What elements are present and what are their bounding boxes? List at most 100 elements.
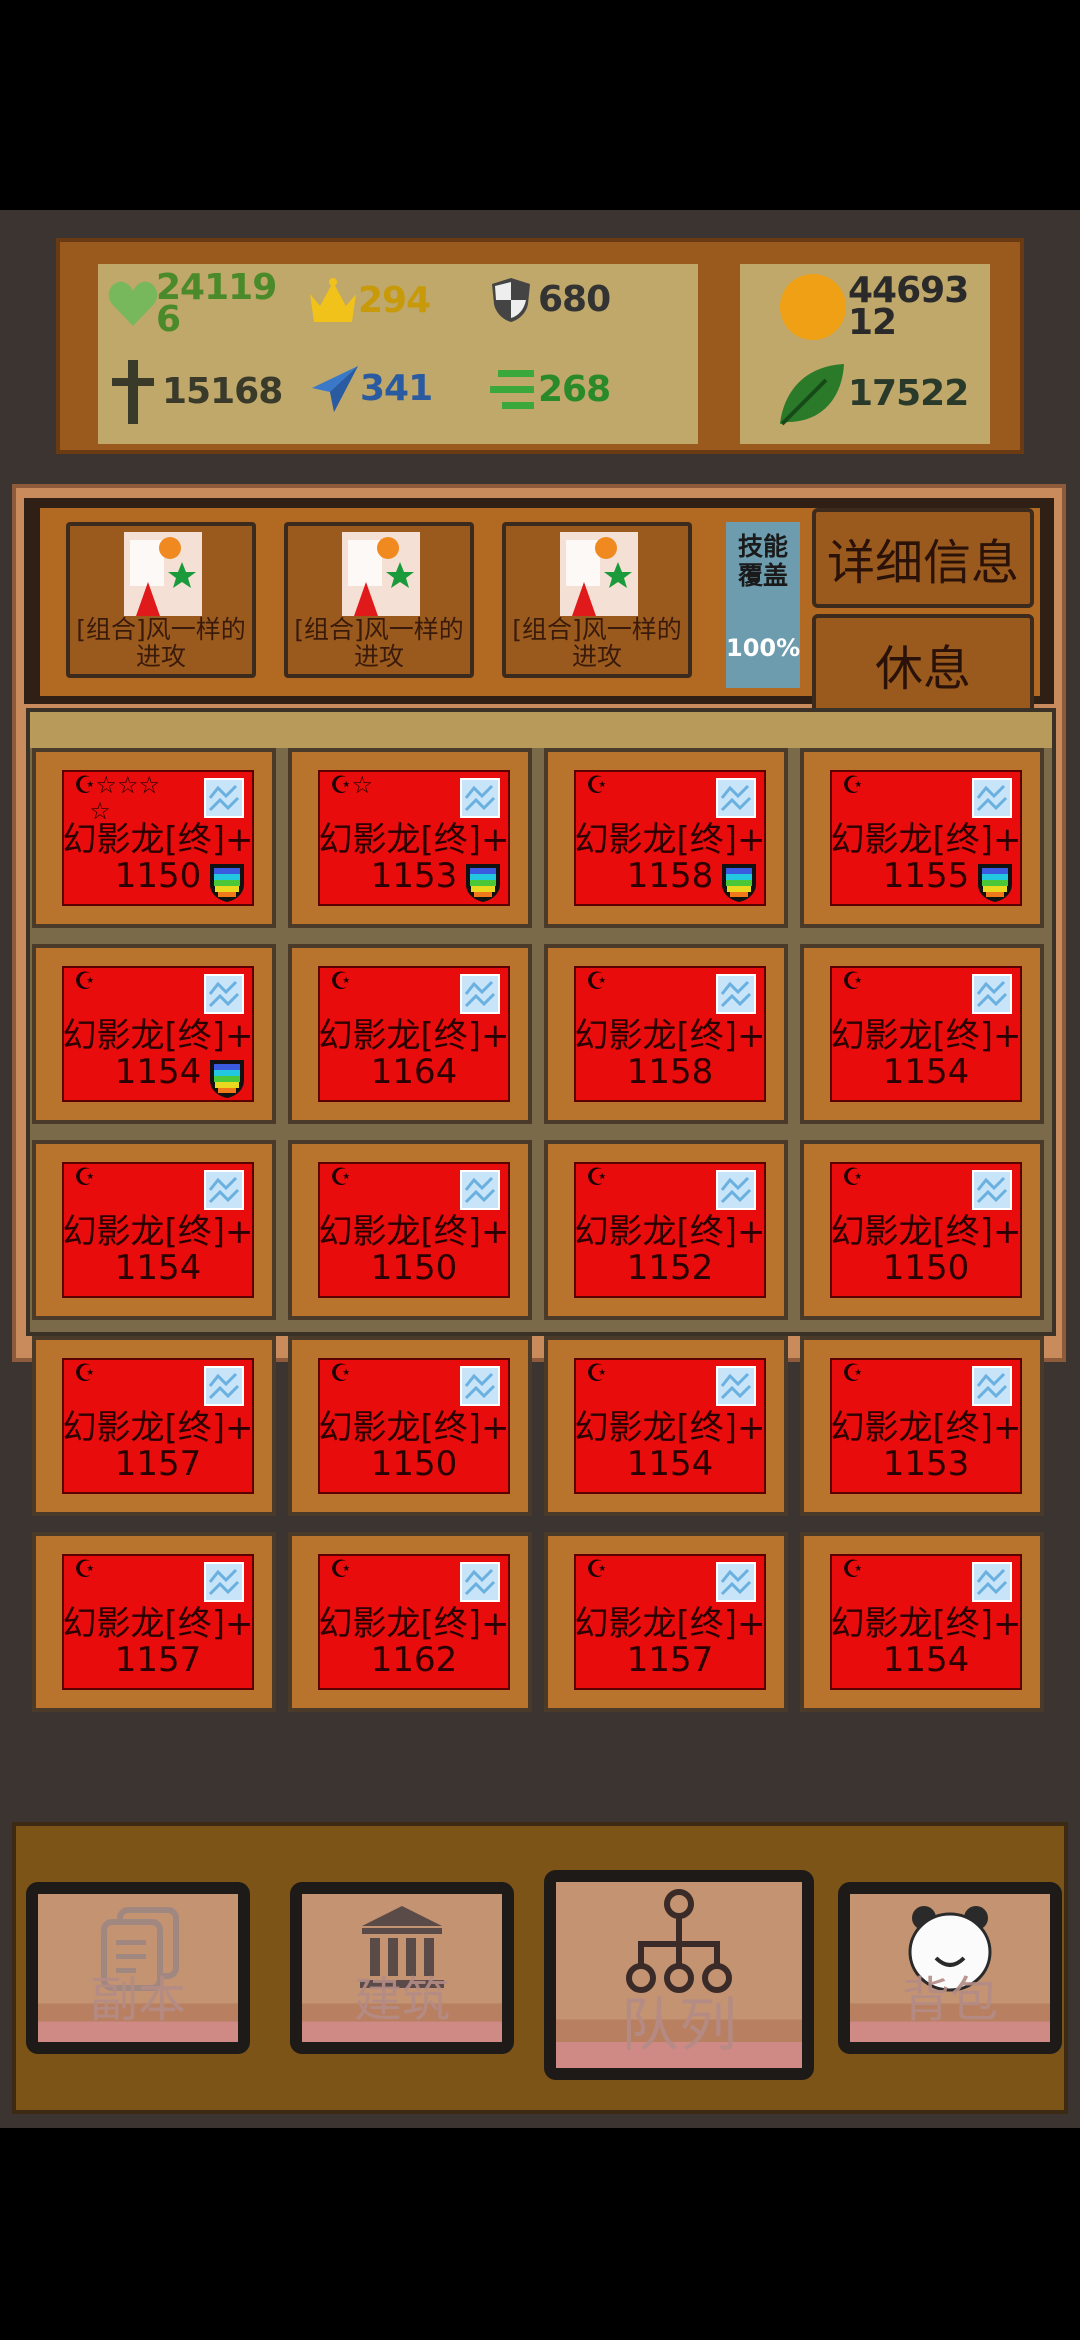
stats-resources: 44693 12 17522 — [740, 264, 990, 444]
unit-card: ☪ 幻影龙[终]+ 1157 — [62, 1358, 254, 1494]
unit-card: ☪ 幻影龙[终]+ 1157 — [574, 1554, 766, 1690]
unit-level: 1150 — [882, 1248, 970, 1288]
detail-button[interactable]: 详细信息 — [812, 508, 1034, 608]
ice-element-icon — [204, 974, 244, 1014]
nav-label: 建筑 — [353, 1972, 450, 2028]
unit-slot[interactable]: ☪ 幻影龙[终]+ 1155 — [800, 748, 1044, 928]
unit-card: ☪ 幻影龙[终]+ 1154 — [62, 966, 254, 1102]
unit-level: 1154 — [114, 1248, 202, 1288]
rest-button[interactable]: 休息 — [812, 614, 1034, 714]
unit-slot[interactable]: ☪ 幻影龙[终]+ 1153 — [800, 1336, 1044, 1516]
gold-coin-icon — [780, 274, 846, 340]
unit-slot[interactable]: ☪ 幻影龙[终]+ 1162 — [288, 1532, 532, 1712]
unit-name: 幻影龙[终]+ — [318, 1604, 510, 1644]
stat-defense: 680 — [490, 276, 611, 324]
leaf-icon — [780, 364, 844, 426]
skill-icon — [124, 532, 202, 616]
nav-dungeon-button[interactable]: 副本 — [26, 1882, 250, 2054]
unit-slot[interactable]: ☪ 幻影龙[终]+ 1157 — [32, 1532, 276, 1712]
stat-hp: 24119 6 — [108, 270, 277, 338]
unit-rank-stars: ☪☆ — [330, 771, 374, 799]
unit-level: 1158 — [626, 1052, 714, 1092]
unit-slot[interactable]: ☪ 幻影龙[终]+ 1157 — [544, 1532, 788, 1712]
stat-speed-value: 341 — [360, 368, 433, 409]
unit-rank-stars: ☪ — [842, 1359, 864, 1387]
unit-slot[interactable]: ☪☆ 幻影龙[终]+ 1153 — [288, 748, 532, 928]
unit-rank-stars: ☪ — [330, 1555, 352, 1583]
unit-slot[interactable]: ☪ 幻影龙[终]+ 1150 — [288, 1140, 532, 1320]
skill-slot-3[interactable]: [组合]风一样的进攻 — [502, 522, 692, 678]
skill-coverage-value: 100% — [726, 634, 801, 662]
unit-name: 幻影龙[终]+ — [830, 1212, 1022, 1252]
wind-icon — [490, 370, 534, 409]
skill-slot-1[interactable]: [组合]风一样的进攻 — [66, 522, 256, 678]
stat-leaf: 17522 — [776, 360, 969, 428]
unit-slot[interactable]: ☪ 幻影龙[终]+ 1150 — [800, 1140, 1044, 1320]
stat-crown-value: 294 — [358, 280, 431, 321]
unit-slot[interactable]: ☪ 幻影龙[终]+ 1154 — [32, 944, 276, 1124]
ice-element-icon — [204, 1170, 244, 1210]
ice-element-icon — [460, 1366, 500, 1406]
unit-name: 幻影龙[终]+ — [62, 1016, 254, 1056]
ice-element-icon — [204, 1366, 244, 1406]
unit-level: 1157 — [114, 1640, 202, 1680]
ice-element-icon — [972, 778, 1012, 818]
stat-wind-value: 268 — [538, 369, 611, 410]
game-screen: 24119 6 294 680 15168 341 268 44693 12 1… — [0, 210, 1080, 2128]
unit-rank-stars: ☪ — [74, 1163, 96, 1191]
unit-rank-stars: ☪ — [586, 1555, 608, 1583]
skill-slot-label: [组合]风一样的进攻 — [512, 615, 682, 671]
unit-slot[interactable]: ☪☆☆☆ ☆ 幻影龙[终]+ 1150 — [32, 748, 276, 928]
unit-level: 1150 — [370, 1248, 458, 1288]
unit-slot[interactable]: ☪ 幻影龙[终]+ 1154 — [800, 944, 1044, 1124]
unit-rank-stars: ☪ — [586, 1163, 608, 1191]
unit-rank-stars: ☪ — [586, 771, 608, 799]
ice-element-icon — [460, 1562, 500, 1602]
unit-slot[interactable]: ☪ 幻影龙[终]+ 1152 — [544, 1140, 788, 1320]
unit-name: 幻影龙[终]+ — [830, 1016, 1022, 1056]
stat-speed: 341 — [310, 364, 433, 414]
ice-element-icon — [716, 1170, 756, 1210]
ice-element-icon — [460, 974, 500, 1014]
unit-slot[interactable]: ☪ 幻影龙[终]+ 1154 — [800, 1532, 1044, 1712]
stat-crown: 294 — [308, 278, 431, 324]
unit-rank-stars: ☪ — [842, 771, 864, 799]
unit-level: 1153 — [882, 1444, 970, 1484]
unit-rank-stars: ☪ — [330, 967, 352, 995]
unit-slot[interactable]: ☪ 幻影龙[终]+ 1158 — [544, 748, 788, 928]
rainbow-shield-icon — [466, 864, 500, 902]
unit-slot[interactable]: ☪ 幻影龙[终]+ 1158 — [544, 944, 788, 1124]
unit-level: 1152 — [626, 1248, 714, 1288]
skill-icon — [560, 532, 638, 616]
ice-element-icon — [972, 974, 1012, 1014]
unit-name: 幻影龙[终]+ — [62, 820, 254, 860]
skill-slot-2[interactable]: [组合]风一样的进攻 — [284, 522, 474, 678]
unit-rank-stars: ☪ — [842, 967, 864, 995]
unit-slot[interactable]: ☪ 幻影龙[终]+ 1154 — [544, 1336, 788, 1516]
nav-bag-button[interactable]: 背包 — [838, 1882, 1062, 2054]
rainbow-shield-icon — [210, 864, 244, 902]
unit-card: ☪ 幻影龙[终]+ 1154 — [574, 1358, 766, 1494]
unit-rank-stars: ☪ — [586, 967, 608, 995]
unit-slot[interactable]: ☪ 幻影龙[终]+ 1157 — [32, 1336, 276, 1516]
unit-level: 1154 — [882, 1052, 970, 1092]
nav-queue-button[interactable]: 队列 — [544, 1870, 814, 2080]
unit-name: 幻影龙[终]+ — [574, 820, 766, 860]
ice-element-icon — [204, 778, 244, 818]
unit-card: ☪ 幻影龙[终]+ 1155 — [830, 770, 1022, 906]
unit-slot[interactable]: ☪ 幻影龙[终]+ 1150 — [288, 1336, 532, 1516]
unit-card: ☪ 幻影龙[终]+ 1158 — [574, 966, 766, 1102]
ice-element-icon — [972, 1562, 1012, 1602]
stat-gold-value: 44693 12 — [848, 270, 969, 343]
unit-card: ☪ 幻影龙[终]+ 1164 — [318, 966, 510, 1102]
ice-element-icon — [716, 1366, 756, 1406]
nav-building-button[interactable]: 建筑 — [290, 1882, 514, 2054]
unit-slot[interactable]: ☪ 幻影龙[终]+ 1164 — [288, 944, 532, 1124]
unit-name: 幻影龙[终]+ — [318, 1408, 510, 1448]
unit-name: 幻影龙[终]+ — [574, 1212, 766, 1252]
unit-card: ☪ 幻影龙[终]+ 1162 — [318, 1554, 510, 1690]
nav-label: 副本 — [89, 1972, 186, 2028]
unit-slot[interactable]: ☪ 幻影龙[终]+ 1154 — [32, 1140, 276, 1320]
skill-slot-label: [组合]风一样的进攻 — [294, 615, 464, 671]
unit-card: ☪ 幻影龙[终]+ 1152 — [574, 1162, 766, 1298]
